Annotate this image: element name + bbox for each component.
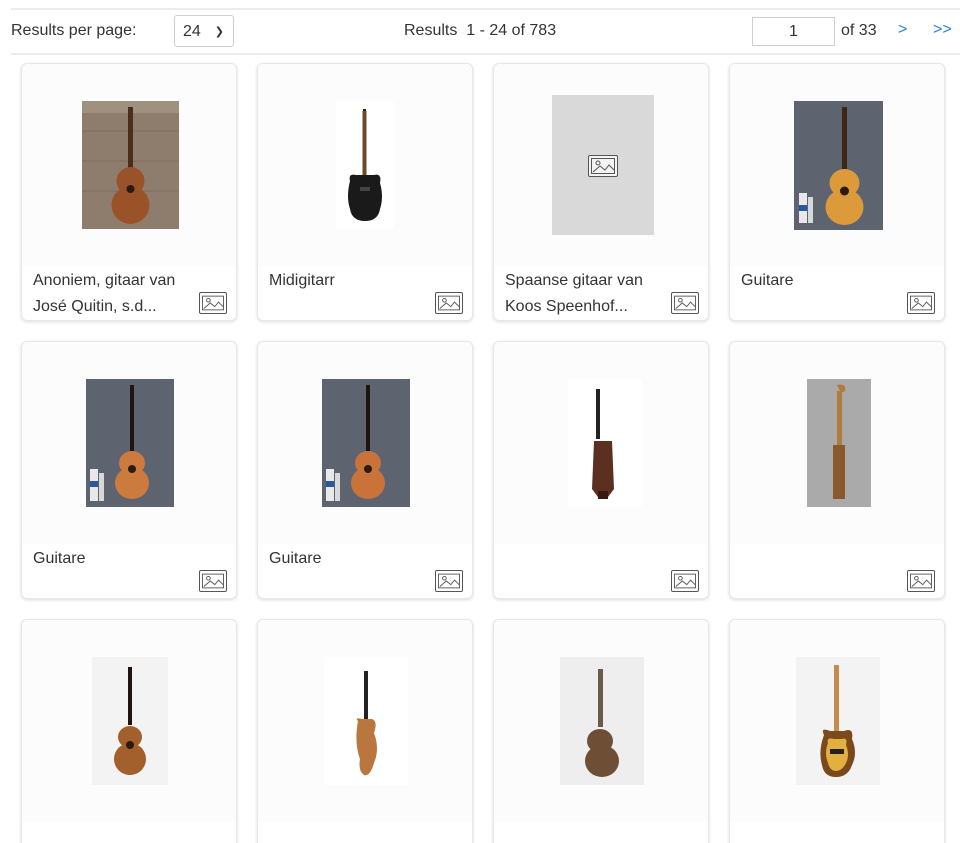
caption-area: Spaanse gitaar van Koos Speenhof... bbox=[494, 266, 708, 320]
result-card[interactable] bbox=[493, 619, 709, 843]
image-icon[interactable] bbox=[435, 570, 463, 592]
item-caption[interactable]: Guitare bbox=[741, 268, 916, 294]
image-icon[interactable] bbox=[199, 292, 227, 314]
guitar-side-profile-thumbnail[interactable] bbox=[807, 379, 871, 507]
guitar-thumbnail[interactable] bbox=[86, 379, 174, 507]
thumbnail-area bbox=[730, 64, 944, 266]
image-icon[interactable] bbox=[907, 570, 935, 592]
item-caption[interactable]: Guitare bbox=[33, 546, 208, 572]
result-card[interactable]: Guitare bbox=[21, 341, 237, 599]
image-icon[interactable] bbox=[435, 292, 463, 314]
electric-guitar-thumbnail[interactable] bbox=[336, 101, 394, 229]
guitar-thumbnail[interactable] bbox=[322, 379, 410, 507]
caption-area bbox=[730, 544, 944, 598]
guitar-side-thumbnail[interactable] bbox=[568, 379, 642, 507]
thumbnail-area bbox=[22, 342, 236, 544]
thumbnail-area bbox=[730, 342, 944, 544]
thumbnail-area bbox=[494, 64, 708, 266]
result-card[interactable]: Spaanse gitaar van Koos Speenhof... bbox=[493, 63, 709, 321]
item-caption[interactable]: Anoniem, gitaar van José Quitin, s.d... bbox=[33, 268, 208, 320]
results-grid: Anoniem, gitaar van José Quitin, s.d... … bbox=[0, 0, 960, 843]
result-card[interactable]: Guitare bbox=[729, 63, 945, 321]
result-card[interactable] bbox=[493, 341, 709, 599]
item-caption[interactable]: Midigitarr bbox=[269, 268, 444, 294]
guitar-thumbnail[interactable] bbox=[92, 657, 168, 785]
image-icon[interactable] bbox=[671, 292, 699, 314]
image-icon[interactable] bbox=[671, 570, 699, 592]
guitar-back-thumbnail[interactable] bbox=[560, 657, 644, 785]
caption-area: Anoniem, gitaar van José Quitin, s.d... bbox=[22, 266, 236, 320]
thumbnail-area bbox=[258, 620, 472, 822]
thumbnail-area bbox=[730, 620, 944, 822]
electric-bass-thumbnail[interactable] bbox=[796, 657, 880, 785]
result-card[interactable]: Midigitarr bbox=[257, 63, 473, 321]
caption-area bbox=[258, 822, 472, 843]
thumbnail-area bbox=[494, 342, 708, 544]
result-card[interactable] bbox=[729, 619, 945, 843]
guitar-thumbnail[interactable] bbox=[82, 101, 179, 229]
thumbnail-area bbox=[22, 64, 236, 266]
item-caption[interactable]: Guitare bbox=[269, 546, 444, 572]
item-caption[interactable]: Spaanse gitaar van Koos Speenhof... bbox=[505, 268, 680, 320]
result-card[interactable]: Guitare bbox=[257, 341, 473, 599]
caption-area: Guitare bbox=[258, 544, 472, 598]
result-card[interactable] bbox=[729, 341, 945, 599]
caption-area: Midigitarr bbox=[258, 266, 472, 320]
thumbnail-area bbox=[22, 620, 236, 822]
result-card[interactable]: Anoniem, gitaar van José Quitin, s.d... bbox=[21, 63, 237, 321]
thumbnail-area bbox=[258, 64, 472, 266]
caption-area bbox=[730, 822, 944, 843]
result-card[interactable] bbox=[257, 619, 473, 843]
caption-area bbox=[22, 822, 236, 843]
thumbnail-area bbox=[494, 620, 708, 822]
image-icon[interactable] bbox=[907, 292, 935, 314]
guitar-side-thumbnail[interactable] bbox=[324, 657, 408, 785]
image-placeholder-icon bbox=[588, 155, 618, 177]
no-image-placeholder[interactable] bbox=[552, 95, 654, 235]
thumbnail-area bbox=[258, 342, 472, 544]
caption-area: Guitare bbox=[22, 544, 236, 598]
caption-area: Guitare bbox=[730, 266, 944, 320]
guitar-thumbnail[interactable] bbox=[794, 101, 883, 230]
result-card[interactable] bbox=[21, 619, 237, 843]
image-icon[interactable] bbox=[199, 570, 227, 592]
caption-area bbox=[494, 822, 708, 843]
caption-area bbox=[494, 544, 708, 598]
